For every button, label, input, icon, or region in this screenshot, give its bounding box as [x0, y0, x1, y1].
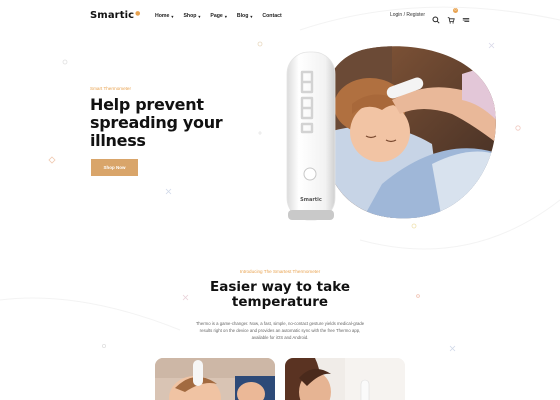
features-label: Introducing The Smartest Thermometer	[239, 269, 321, 274]
features-description: Thermo is a game-changer. Now, a fast, s…	[195, 321, 365, 340]
hero-title: Help prevent spreading your illness	[90, 95, 223, 150]
feature-image-card	[155, 358, 275, 400]
hero-photo	[323, 46, 496, 219]
hero-subtitle: Smart Thermometer	[90, 86, 132, 91]
feature-photo-woman	[285, 358, 405, 400]
shop-now-button[interactable]: Shop Now	[91, 159, 138, 176]
device-brand-label: Smartic	[300, 197, 322, 203]
thermometer-device: Smartic	[286, 51, 336, 221]
feature-image-card	[285, 358, 405, 400]
feature-photo-child	[155, 358, 275, 400]
features-title: Easier way to take temperature	[210, 279, 350, 310]
